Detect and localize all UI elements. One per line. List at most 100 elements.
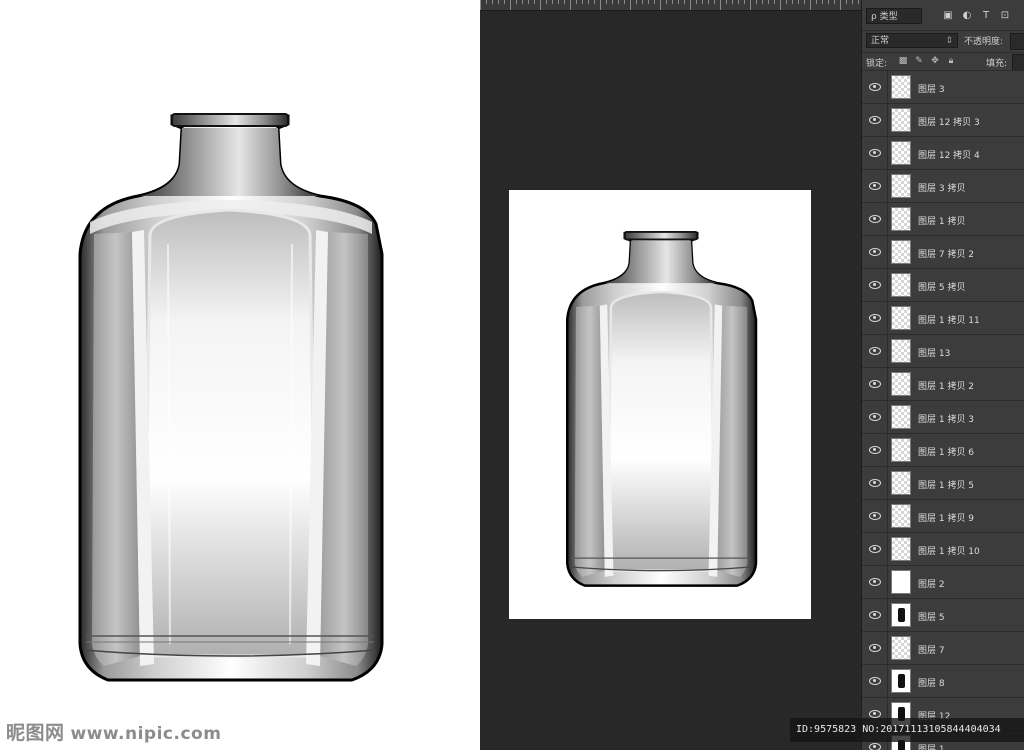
ruler-tick — [762, 0, 763, 4]
lock-move-icon[interactable]: ✥ — [930, 56, 940, 67]
layer-name: 图层 13 — [918, 349, 951, 359]
ruler-tick — [666, 0, 667, 4]
layer-row[interactable]: 图层 7 — [862, 631, 1024, 665]
document-canvas-area[interactable] — [480, 0, 861, 750]
layer-thumbnail — [891, 240, 911, 264]
ruler-tick — [780, 0, 781, 10]
ruler-tick — [828, 0, 829, 4]
visibility-toggle[interactable] — [862, 236, 888, 269]
layer-thumbnail — [891, 141, 911, 165]
visibility-toggle[interactable] — [862, 665, 888, 698]
visibility-toggle[interactable] — [862, 467, 888, 500]
layer-row[interactable]: 图层 1 拷贝 — [862, 202, 1024, 236]
eye-icon — [869, 347, 881, 355]
layer-name: 图层 1 拷贝 9 — [918, 514, 975, 524]
eye-icon — [869, 446, 881, 454]
ruler-tick — [624, 0, 625, 4]
layer-row[interactable]: 图层 5 拷贝 — [862, 268, 1024, 302]
ruler-tick — [726, 0, 727, 4]
visibility-toggle[interactable] — [862, 203, 888, 236]
layer-row[interactable]: 图层 8 — [862, 664, 1024, 698]
visibility-toggle[interactable] — [862, 500, 888, 533]
fill-input[interactable] — [1012, 54, 1024, 71]
visibility-toggle[interactable] — [862, 434, 888, 467]
blend-mode-select[interactable]: 正常 ⇕ — [866, 33, 958, 48]
layer-row[interactable]: 图层 3 拷贝 — [862, 169, 1024, 203]
layer-row[interactable]: 图层 1 拷贝 6 — [862, 433, 1024, 467]
layer-row[interactable]: 图层 2 — [862, 565, 1024, 599]
layer-thumbnail — [891, 603, 911, 627]
opacity-input[interactable] — [1010, 33, 1024, 50]
type-filter-icon[interactable]: T — [980, 10, 992, 22]
ruler-tick — [702, 0, 703, 4]
visibility-toggle[interactable] — [862, 302, 888, 335]
visibility-toggle[interactable] — [862, 137, 888, 170]
layer-name: 图层 3 拷贝 — [918, 184, 966, 194]
layer-row[interactable]: 图层 1 拷贝 9 — [862, 499, 1024, 533]
ruler-tick — [480, 0, 481, 10]
layer-thumbnail — [891, 537, 911, 561]
layer-name: 图层 1 拷贝 11 — [918, 316, 980, 326]
visibility-toggle[interactable] — [862, 533, 888, 566]
layer-name: 图层 12 拷贝 4 — [918, 151, 980, 161]
layer-row[interactable]: 图层 5 — [862, 598, 1024, 632]
ruler-tick — [696, 0, 697, 4]
visibility-toggle[interactable] — [862, 335, 888, 368]
adjustment-filter-icon[interactable]: ◐ — [961, 10, 973, 22]
visibility-toggle[interactable] — [862, 104, 888, 137]
ruler-tick — [510, 0, 511, 10]
eye-icon — [869, 413, 881, 421]
layer-row[interactable]: 图层 12 拷贝 3 — [862, 103, 1024, 137]
ruler-tick — [630, 0, 631, 10]
layer-row[interactable]: 图层 1 拷贝 11 — [862, 301, 1024, 335]
layer-thumbnail — [891, 438, 911, 462]
layer-row[interactable]: 图层 1 拷贝 2 — [862, 367, 1024, 401]
eye-icon — [869, 677, 881, 685]
visibility-toggle[interactable] — [862, 269, 888, 302]
visibility-toggle[interactable] — [862, 566, 888, 599]
layer-filter-select[interactable]: ρ 类型 — [866, 8, 922, 24]
visibility-toggle[interactable] — [862, 599, 888, 632]
eye-icon — [869, 380, 881, 388]
visibility-toggle[interactable] — [862, 71, 888, 104]
layer-thumbnail — [891, 636, 911, 660]
eye-icon — [869, 479, 881, 487]
eye-icon — [869, 248, 881, 256]
layer-row[interactable]: 图层 3 — [862, 70, 1024, 104]
layer-row[interactable]: 图层 7 拷贝 2 — [862, 235, 1024, 269]
layer-thumbnail — [891, 75, 911, 99]
ruler-tick — [852, 0, 853, 4]
shape-filter-icon[interactable]: ⊡ — [999, 10, 1011, 22]
thumbnail-shape — [898, 674, 905, 688]
layer-row[interactable]: 图层 1 拷贝 3 — [862, 400, 1024, 434]
layer-row[interactable]: 图层 13 — [862, 334, 1024, 368]
ruler-tick — [486, 0, 487, 4]
lock-all-icon[interactable]: 🔒︎ — [946, 56, 956, 67]
ruler-tick — [774, 0, 775, 4]
ruler-tick — [846, 0, 847, 4]
ruler-tick — [540, 0, 541, 10]
layer-row[interactable]: 图层 1 拷贝 5 — [862, 466, 1024, 500]
bottle-render-small — [566, 230, 758, 587]
visibility-toggle[interactable] — [862, 401, 888, 434]
lock-transparency-icon[interactable]: ▩ — [898, 56, 908, 67]
layer-thumbnail — [891, 471, 911, 495]
thumbnail-shape — [898, 608, 905, 622]
layer-row[interactable]: 图层 1 拷贝 10 — [862, 532, 1024, 566]
ruler-tick — [564, 0, 565, 4]
eye-icon — [869, 182, 881, 190]
visibility-toggle[interactable] — [862, 170, 888, 203]
layer-thumbnail — [891, 570, 911, 594]
ruler-tick — [636, 0, 637, 4]
layer-thumbnail — [891, 339, 911, 363]
ruler-tick — [654, 0, 655, 4]
layer-thumbnail — [891, 273, 911, 297]
layer-name: 图层 1 拷贝 6 — [918, 448, 975, 458]
image-filter-icon[interactable]: ▣ — [942, 10, 954, 22]
ruler-tick — [714, 0, 715, 4]
document-artboard[interactable] — [509, 190, 811, 619]
visibility-toggle[interactable] — [862, 632, 888, 665]
lock-brush-icon[interactable]: ✎ — [914, 56, 924, 67]
visibility-toggle[interactable] — [862, 368, 888, 401]
layer-row[interactable]: 图层 12 拷贝 4 — [862, 136, 1024, 170]
